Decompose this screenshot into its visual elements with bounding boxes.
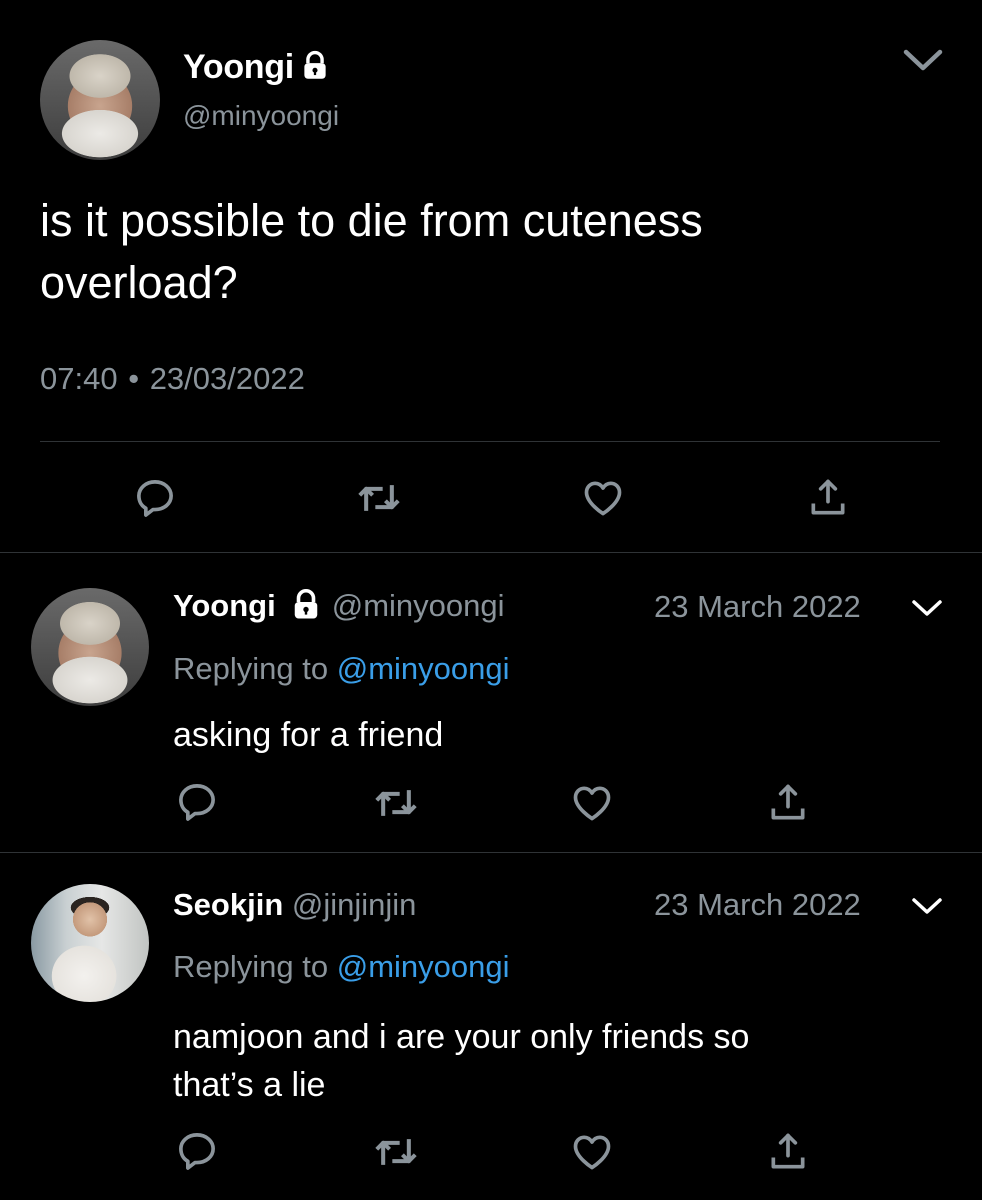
replying-to-link[interactable]: @minyoongi	[337, 651, 510, 686]
replying-to-line: Replying to @minyoongi	[173, 949, 510, 985]
reply-text-line: that’s a lie	[173, 1066, 326, 1104]
chevron-down-icon[interactable]	[911, 895, 943, 917]
tweet-text-line: is it possible to die from cuteness	[40, 195, 703, 246]
share-icon[interactable]	[766, 781, 810, 825]
lock-icon	[298, 49, 332, 83]
reply-date[interactable]: 23 March 2022	[654, 887, 861, 923]
tweet-date: 23/03/2022	[149, 361, 305, 396]
display-name-row: Yoongi	[183, 48, 332, 87]
retweet-icon[interactable]	[372, 781, 420, 825]
avatar[interactable]	[31, 588, 149, 706]
display-name[interactable]: Yoongi	[183, 48, 294, 86]
handle[interactable]: @jinjinjin	[292, 887, 417, 922]
separator: •	[128, 361, 140, 396]
retweet-icon[interactable]	[355, 476, 403, 520]
replying-to-link[interactable]: @minyoongi	[337, 949, 510, 984]
reply-icon[interactable]	[175, 1129, 219, 1173]
chevron-down-icon[interactable]	[902, 44, 944, 74]
reply-icon[interactable]	[175, 780, 219, 824]
tweet-time: 07:40	[40, 361, 118, 396]
divider	[0, 552, 982, 553]
timestamp[interactable]: 07:40 • 23/03/2022	[40, 361, 305, 397]
tweet-text-line: overload?	[40, 257, 238, 308]
replying-label: Replying to	[173, 949, 329, 984]
handle[interactable]: @minyoongi	[183, 100, 339, 132]
share-icon[interactable]	[806, 476, 850, 520]
reply-header: Yoongi @minyoongi	[173, 588, 505, 624]
like-icon[interactable]	[569, 1130, 615, 1174]
retweet-icon[interactable]	[372, 1130, 420, 1174]
reply-text: namjoon and i are your only friends so t…	[173, 1013, 749, 1109]
display-name[interactable]: Yoongi	[173, 588, 276, 623]
reply-icon[interactable]	[133, 476, 177, 520]
reply-text: asking for a friend	[173, 716, 444, 754]
display-name[interactable]: Seokjin	[173, 887, 283, 922]
reply-text-line: namjoon and i are your only friends so	[173, 1018, 750, 1056]
like-icon[interactable]	[569, 781, 615, 825]
replying-label: Replying to	[173, 651, 329, 686]
reply-date[interactable]: 23 March 2022	[654, 589, 861, 625]
divider	[0, 852, 982, 853]
like-icon[interactable]	[580, 476, 626, 520]
reply-header: Seokjin @jinjinjin	[173, 887, 416, 923]
handle[interactable]: @minyoongi	[332, 588, 505, 623]
divider	[40, 441, 940, 442]
chevron-down-icon[interactable]	[911, 597, 943, 619]
replying-to-line: Replying to @minyoongi	[173, 651, 510, 687]
lock-icon	[288, 587, 324, 623]
share-icon[interactable]	[766, 1130, 810, 1174]
avatar[interactable]	[31, 884, 149, 1002]
avatar[interactable]	[40, 40, 160, 160]
tweet-text: is it possible to die from cuteness over…	[40, 190, 703, 314]
